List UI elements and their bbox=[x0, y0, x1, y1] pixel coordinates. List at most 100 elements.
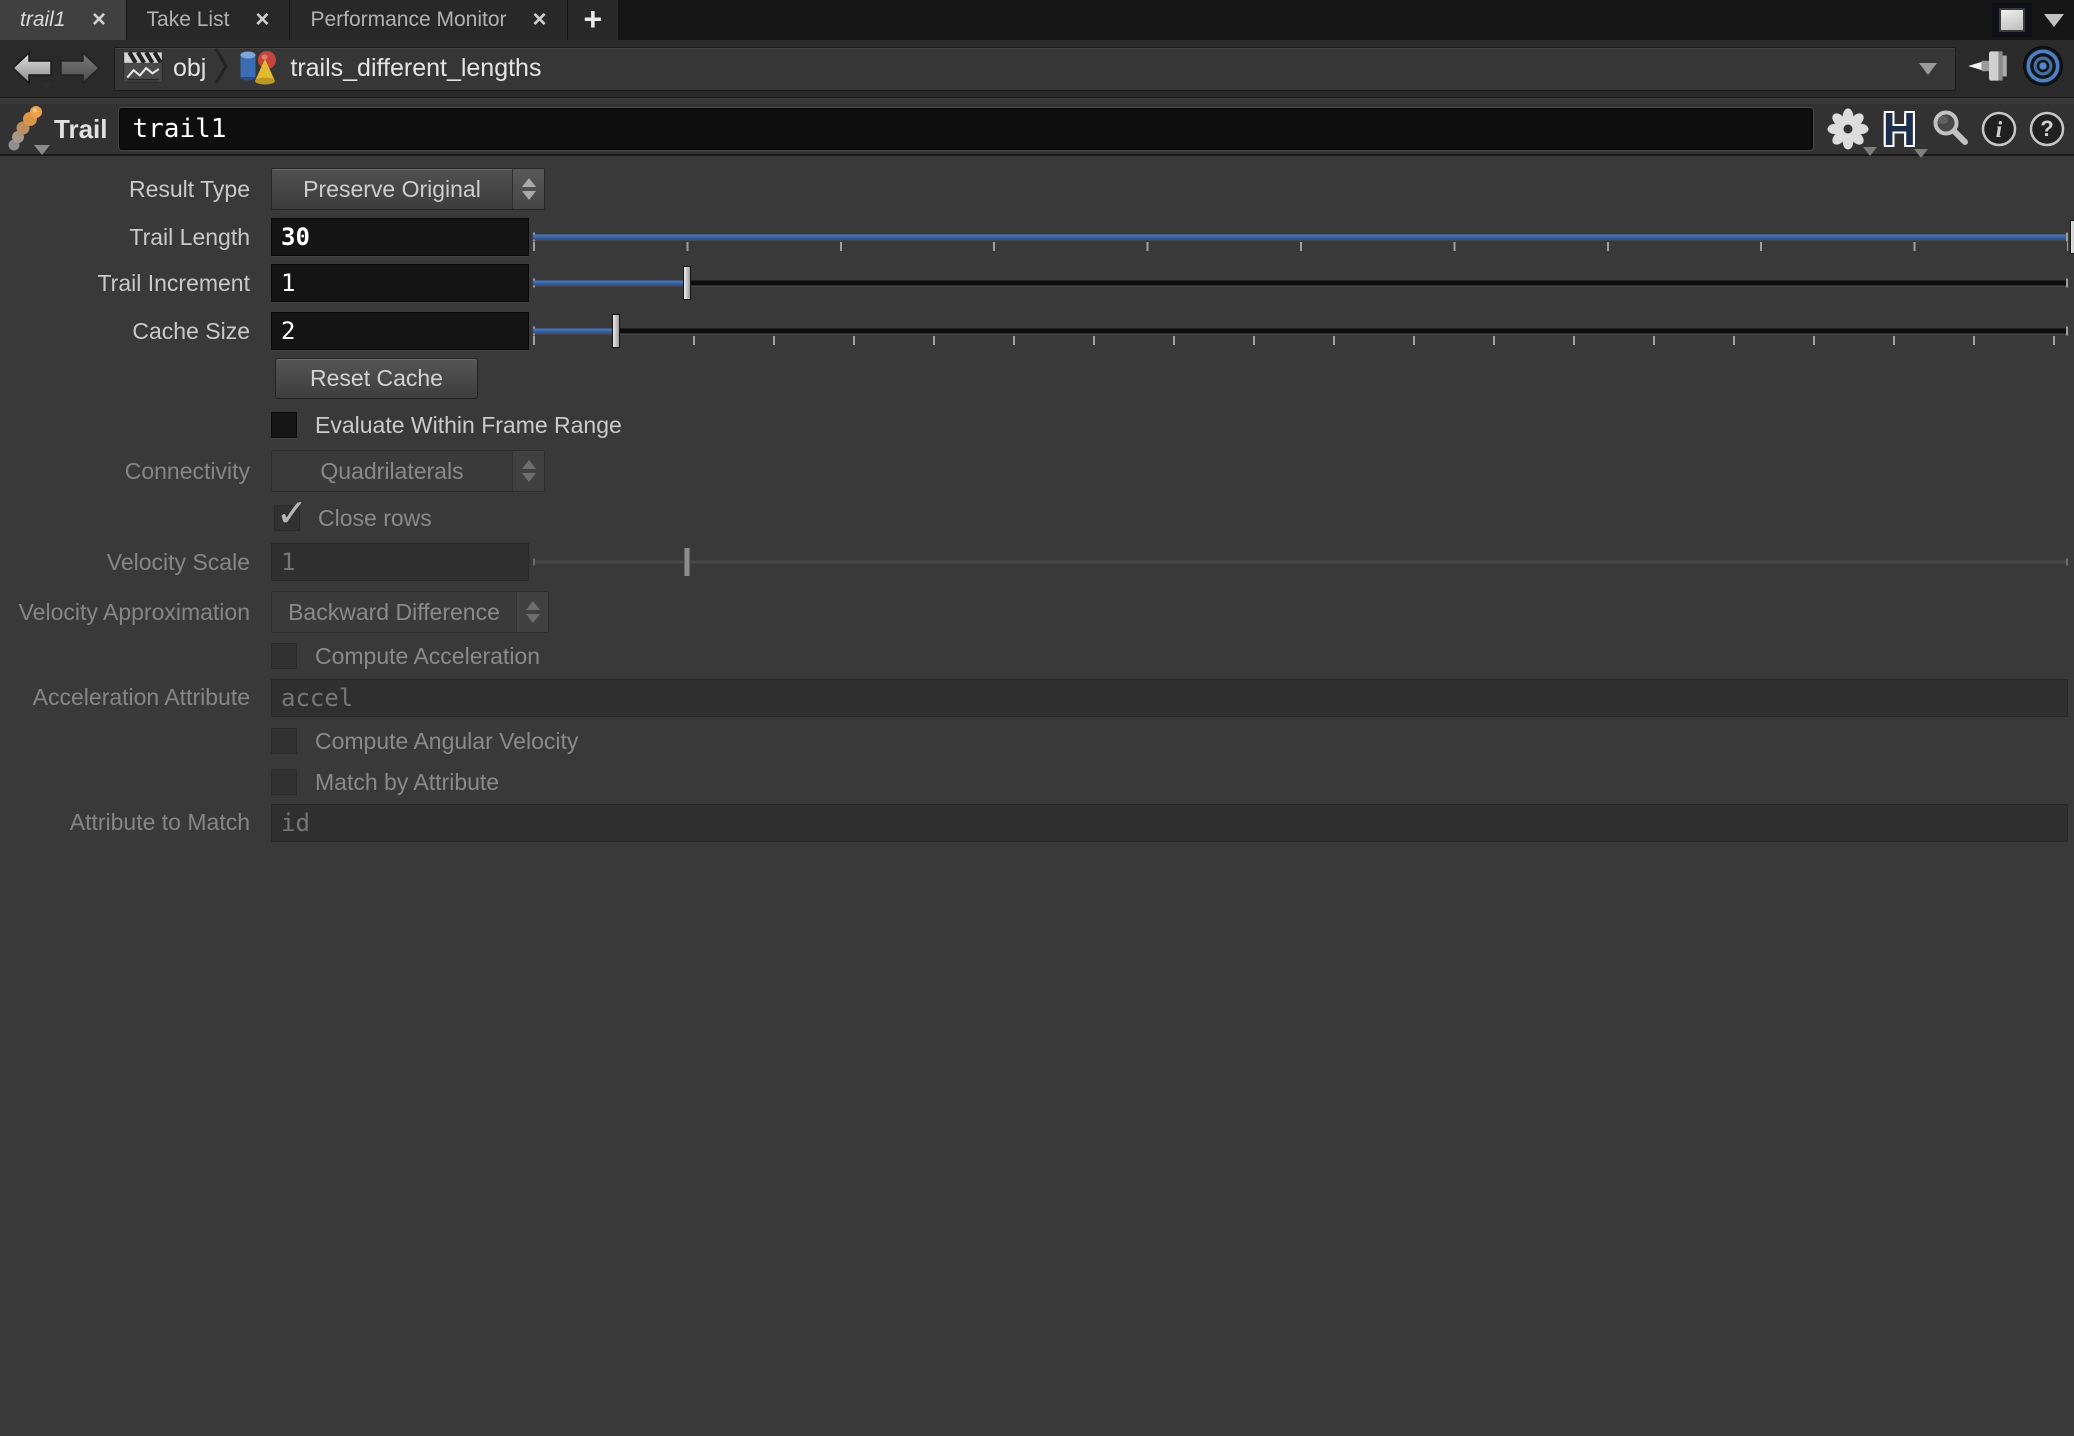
velocity-scale-input: 1 bbox=[271, 543, 529, 581]
param-label: Connectivity bbox=[0, 458, 250, 485]
pane-menu-arrow-icon[interactable] bbox=[2044, 14, 2064, 27]
velocity-approximation-dropdown: Backward Difference bbox=[271, 591, 549, 633]
param-acceleration-attribute: Acceleration Attribute accel bbox=[0, 679, 2074, 716]
tab-label: Take List bbox=[147, 8, 230, 32]
tab-label: Performance Monitor bbox=[310, 8, 506, 32]
clapperboard-icon bbox=[121, 44, 165, 93]
param-velocity-approximation: Velocity Approximation Backward Differen… bbox=[0, 591, 2074, 633]
param-result-type: Result Type Preserve Original bbox=[0, 168, 2074, 210]
match-by-attribute-checkbox bbox=[271, 769, 297, 795]
param-compute-acceleration: Compute Acceleration bbox=[0, 643, 2074, 669]
checkbox-label: Evaluate Within Frame Range bbox=[315, 412, 622, 439]
slider-ticks bbox=[533, 242, 2068, 251]
param-trail-length: Trail Length 30 bbox=[0, 218, 2074, 256]
acceleration-attribute-input: accel bbox=[271, 679, 2068, 717]
param-cache-size: Cache Size 2 bbox=[0, 312, 2074, 350]
new-tab-button[interactable]: + bbox=[568, 0, 620, 40]
compute-angular-velocity-checkbox bbox=[271, 728, 297, 754]
slider-handle[interactable] bbox=[2070, 220, 2074, 254]
close-icon[interactable]: × bbox=[533, 8, 547, 32]
param-match-by-attribute: Match by Attribute bbox=[0, 769, 2074, 795]
param-evaluate-within-frame-range: Evaluate Within Frame Range bbox=[0, 412, 2074, 438]
close-icon[interactable]: × bbox=[255, 8, 269, 32]
param-label: Trail Increment bbox=[0, 270, 250, 297]
spinner-up-icon bbox=[522, 460, 536, 469]
evaluate-within-frame-range-checkbox[interactable] bbox=[271, 412, 297, 438]
close-icon[interactable]: × bbox=[92, 8, 106, 32]
plus-icon: + bbox=[584, 3, 603, 35]
trail-length-slider[interactable] bbox=[533, 218, 2074, 256]
param-label: Trail Length bbox=[0, 224, 250, 251]
slider-handle[interactable] bbox=[612, 314, 620, 348]
spinner-up-icon bbox=[526, 601, 540, 610]
search-icon[interactable] bbox=[1930, 109, 1970, 149]
tab-take-list[interactable]: Take List × bbox=[127, 0, 291, 40]
trail-increment-slider[interactable] bbox=[533, 264, 2074, 302]
path-dropdown-arrow-icon[interactable] bbox=[1919, 63, 1937, 75]
tab-label: trail1 bbox=[20, 8, 66, 32]
connectivity-dropdown: Quadrilaterals bbox=[271, 450, 545, 492]
back-arrow-icon[interactable] bbox=[10, 49, 56, 89]
svg-text:?: ? bbox=[2040, 116, 2053, 141]
trail-node-icon[interactable] bbox=[6, 105, 44, 153]
node-type-label: Trail bbox=[54, 114, 107, 145]
header-icons: H i ? bbox=[1827, 106, 2066, 152]
node-name-input[interactable]: trail1 bbox=[119, 108, 1812, 150]
compute-acceleration-checkbox bbox=[271, 643, 297, 669]
breadcrumb[interactable]: obj trails_different_lengths bbox=[114, 47, 1956, 91]
window-pane-icon[interactable] bbox=[1992, 3, 2032, 37]
svg-text:i: i bbox=[1996, 117, 2003, 142]
spinner-icon[interactable] bbox=[512, 169, 544, 209]
spinner-icon bbox=[516, 592, 548, 632]
gear-icon[interactable] bbox=[1827, 108, 1869, 150]
param-reset-cache: Reset Cache bbox=[0, 358, 2074, 399]
node-name-value: trail1 bbox=[132, 114, 226, 144]
parameter-header: Trail trail1 H bbox=[0, 104, 2074, 156]
pane-controls bbox=[1992, 0, 2074, 40]
follow-target-icon[interactable] bbox=[2022, 45, 2064, 92]
reset-cache-button[interactable]: Reset Cache bbox=[275, 358, 478, 399]
spinner-down-icon bbox=[526, 614, 540, 623]
param-label: Cache Size bbox=[0, 318, 250, 345]
velocity-scale-slider bbox=[533, 543, 2074, 581]
param-attribute-to-match: Attribute to Match id bbox=[0, 804, 2074, 841]
houdini-logo-icon[interactable]: H bbox=[1879, 106, 1920, 152]
param-trail-increment: Trail Increment 1 bbox=[0, 264, 2074, 302]
param-label: Result Type bbox=[0, 176, 250, 203]
param-label: Velocity Approximation bbox=[0, 599, 250, 626]
param-label: Attribute to Match bbox=[0, 809, 250, 836]
checkbox-label: Compute Acceleration bbox=[315, 643, 540, 670]
forward-arrow-icon bbox=[56, 49, 102, 89]
spinner-down-icon bbox=[522, 191, 536, 200]
slider-handle[interactable] bbox=[683, 266, 691, 300]
breadcrumb-node[interactable]: trails_different_lengths bbox=[290, 54, 541, 83]
chevron-separator-icon bbox=[214, 46, 228, 91]
slider-handle bbox=[684, 547, 691, 577]
cache-size-slider[interactable] bbox=[533, 312, 2074, 350]
param-label: Acceleration Attribute bbox=[0, 684, 250, 711]
parameter-list: Result Type Preserve Original Trail Leng… bbox=[0, 168, 2074, 841]
spinner-up-icon bbox=[522, 178, 536, 187]
param-close-rows: ✓ Close rows bbox=[0, 505, 2074, 531]
param-connectivity: Connectivity Quadrilaterals bbox=[0, 450, 2074, 492]
node-menu-arrow-icon[interactable] bbox=[34, 145, 50, 155]
slider-ticks bbox=[533, 336, 2068, 345]
breadcrumb-root[interactable]: obj bbox=[173, 54, 206, 83]
tab-bar: trail1 × Take List × Performance Monitor… bbox=[0, 0, 2074, 40]
spinner-icon bbox=[512, 451, 544, 491]
trail-length-input[interactable]: 30 bbox=[271, 218, 529, 256]
close-rows-checkbox: ✓ bbox=[274, 505, 300, 531]
result-type-dropdown[interactable]: Preserve Original bbox=[271, 168, 545, 210]
tab-performance-monitor[interactable]: Performance Monitor × bbox=[290, 0, 567, 40]
info-icon[interactable]: i bbox=[1980, 110, 2018, 148]
param-compute-angular-velocity: Compute Angular Velocity bbox=[0, 728, 2074, 754]
pin-icon[interactable] bbox=[1966, 45, 2012, 92]
trail-increment-input[interactable]: 1 bbox=[271, 264, 529, 302]
checkbox-label: Match by Attribute bbox=[315, 769, 499, 796]
check-icon: ✓ bbox=[276, 491, 308, 535]
help-icon[interactable]: ? bbox=[2028, 110, 2066, 148]
network-nav-bar: obj trails_different_lengths bbox=[0, 40, 2074, 98]
cache-size-input[interactable]: 2 bbox=[271, 312, 529, 350]
geometry-icon bbox=[234, 45, 282, 92]
tab-trail1[interactable]: trail1 × bbox=[0, 0, 127, 40]
